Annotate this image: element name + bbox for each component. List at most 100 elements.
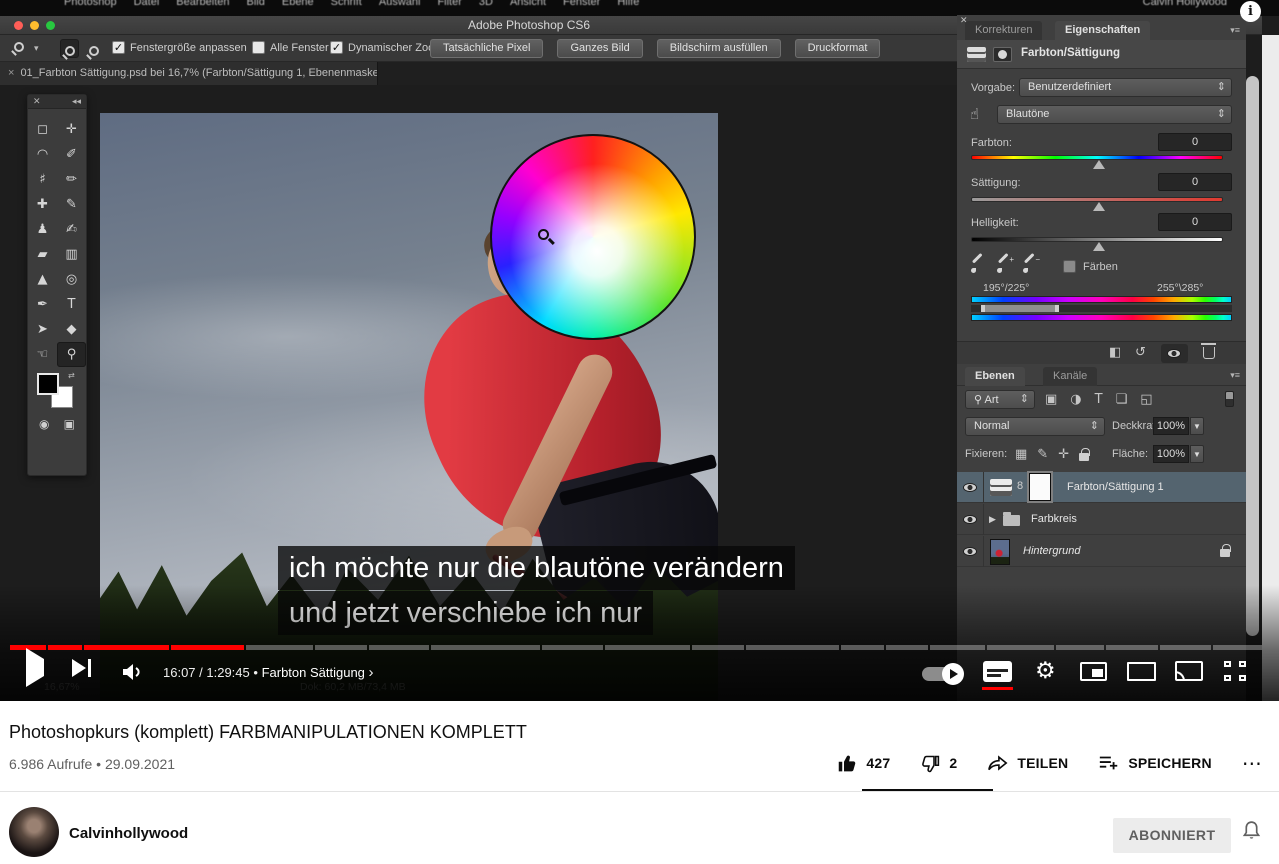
blend-mode-select[interactable]: Normal⇕ bbox=[965, 417, 1105, 436]
miniplayer-icon[interactable] bbox=[1080, 662, 1107, 681]
visibility-toggle[interactable] bbox=[1161, 344, 1188, 363]
video-info-icon[interactable]: i bbox=[1240, 1, 1261, 22]
close-tab-icon[interactable]: × bbox=[8, 67, 14, 79]
toolbar-mode-icon[interactable]: ▣ bbox=[64, 417, 75, 431]
chapter-segment[interactable] bbox=[886, 645, 928, 650]
chapter-title[interactable]: Farbton Sättigung bbox=[262, 665, 365, 680]
tool-button[interactable]: ✚ bbox=[28, 192, 57, 217]
tab-eigenschaften[interactable]: Eigenschaften bbox=[1055, 21, 1150, 40]
fill-value[interactable]: 100% bbox=[1153, 445, 1189, 463]
tool-button[interactable]: ▥ bbox=[57, 242, 86, 267]
subscribed-button[interactable]: ABONNIERT bbox=[1113, 818, 1231, 853]
layer-row-adjustment[interactable]: 8 Farbton/Sättigung 1 bbox=[957, 472, 1246, 503]
hue-range-slider[interactable] bbox=[971, 305, 1232, 312]
hue-range-handle[interactable] bbox=[981, 305, 1059, 312]
opacity-caret-icon[interactable]: ▼ bbox=[1190, 417, 1204, 435]
settings-gear-icon[interactable]: ⚙ bbox=[1035, 658, 1056, 684]
eyedropper-add-icon[interactable]: + bbox=[997, 259, 1013, 275]
lock-option-icon[interactable]: ✎ bbox=[1037, 447, 1048, 462]
tool-button[interactable]: ▰ bbox=[28, 242, 57, 267]
expand-group-icon[interactable]: ▶ bbox=[989, 514, 996, 525]
lock-option-icon[interactable]: ▦ bbox=[1015, 447, 1027, 462]
preset-select[interactable]: Benutzerdefiniert⇕ bbox=[1019, 78, 1232, 97]
checkbox-all-windows[interactable]: Alle Fenster bbox=[252, 41, 329, 54]
tool-button[interactable]: ◻ bbox=[28, 117, 57, 142]
checkbox-fit-window[interactable]: ✓ Fenstergröße anpassen bbox=[112, 41, 247, 54]
clip-to-layer-icon[interactable]: ◧ bbox=[1109, 345, 1121, 360]
options-button[interactable]: Ganzes Bild bbox=[557, 39, 642, 58]
autoplay-toggle[interactable] bbox=[922, 667, 962, 681]
progress-bar[interactable] bbox=[0, 645, 1279, 650]
layer-filter-icon[interactable]: ▣ bbox=[1045, 392, 1057, 407]
foreground-color-swatch[interactable] bbox=[37, 373, 59, 395]
tool-button[interactable]: ◠ bbox=[28, 142, 57, 167]
save-button[interactable]: SPEICHERN bbox=[1098, 754, 1211, 772]
cast-icon[interactable] bbox=[1175, 661, 1203, 681]
chapter-segment[interactable] bbox=[1056, 645, 1105, 650]
zoom-out-button[interactable] bbox=[84, 39, 103, 58]
reset-icon[interactable]: ↺ bbox=[1135, 345, 1146, 360]
fill-caret-icon[interactable]: ▼ bbox=[1190, 445, 1204, 463]
tool-button[interactable]: ◆ bbox=[57, 317, 86, 342]
tool-button[interactable]: ✎ bbox=[57, 192, 86, 217]
hue-slider[interactable] bbox=[971, 155, 1223, 160]
layer-row-background[interactable]: Hintergrund bbox=[957, 536, 1246, 567]
like-button[interactable]: 427 bbox=[837, 753, 890, 774]
saturation-slider[interactable] bbox=[971, 197, 1223, 202]
filter-toggle-icon[interactable] bbox=[1225, 391, 1234, 407]
next-button[interactable] bbox=[72, 659, 91, 677]
theater-mode-icon[interactable] bbox=[1127, 662, 1156, 681]
tools-collapse-icon[interactable]: ◂◂ bbox=[72, 95, 81, 108]
filter-type-select[interactable]: ⚲ Art⇕ bbox=[965, 390, 1035, 409]
chapter-segment[interactable] bbox=[930, 645, 985, 650]
adjustment-layer-thumbnail[interactable] bbox=[990, 479, 1012, 496]
chapter-segment[interactable] bbox=[542, 645, 603, 650]
video-player[interactable]: PhotoshopDateiBearbeitenBildEbeneSchrift… bbox=[0, 0, 1279, 701]
menu-item[interactable]: 3D bbox=[479, 0, 493, 8]
chapter-segment[interactable] bbox=[1213, 645, 1262, 650]
document-tab[interactable]: ×01_Farbton Sättigung.psd bei 16,7% (Far… bbox=[0, 62, 378, 85]
menu-item[interactable]: Ansicht bbox=[510, 0, 546, 8]
tools-panel[interactable]: ✕ ◂◂ ◻✛◠✐♯✏✚✎♟✍▰▥▲◎✒T➤◆☜⚲ ⇄ ◉▣ bbox=[27, 94, 87, 476]
layer-thumbnail[interactable] bbox=[990, 539, 1010, 565]
layers-panel-menu-icon[interactable]: ▾≡ bbox=[1230, 370, 1240, 381]
tool-button[interactable]: ➤ bbox=[28, 317, 57, 342]
minimize-window-icon[interactable] bbox=[30, 21, 39, 30]
menu-item[interactable]: Schrift bbox=[331, 0, 362, 8]
chapter-segment[interactable] bbox=[315, 645, 367, 650]
menu-item[interactable]: Fenster bbox=[563, 0, 600, 8]
zoom-in-button[interactable] bbox=[60, 39, 79, 58]
menu-item[interactable]: Filter bbox=[437, 0, 461, 8]
layer-filter-icon[interactable]: ◑ bbox=[1070, 392, 1081, 407]
menu-item[interactable]: Datei bbox=[134, 0, 160, 8]
lightness-slider[interactable] bbox=[971, 237, 1223, 242]
chapter-segment[interactable] bbox=[987, 645, 1054, 650]
volume-icon[interactable] bbox=[120, 660, 146, 689]
close-window-icon[interactable] bbox=[14, 21, 23, 30]
menu-item[interactable]: Photoshop bbox=[64, 0, 117, 8]
tool-button[interactable]: ☜ bbox=[28, 342, 57, 367]
share-button[interactable]: TEILEN bbox=[987, 753, 1068, 773]
tool-button[interactable]: ♟ bbox=[28, 217, 57, 242]
toolbar-mode-icon[interactable]: ◉ bbox=[39, 417, 49, 431]
tab-kanaele[interactable]: Kanäle bbox=[1043, 367, 1097, 386]
subtitles-button[interactable] bbox=[983, 661, 1012, 682]
saturation-slider-thumb[interactable] bbox=[1093, 202, 1105, 211]
lightness-value[interactable]: 0 bbox=[1158, 213, 1232, 231]
tool-button[interactable]: T bbox=[57, 292, 86, 317]
chapter-segment[interactable] bbox=[1106, 645, 1158, 650]
layer-visibility-cell[interactable] bbox=[957, 536, 984, 567]
mask-icon[interactable] bbox=[993, 47, 1012, 62]
chapter-segment[interactable] bbox=[431, 645, 540, 650]
more-actions-button[interactable]: ⋯ bbox=[1242, 751, 1262, 775]
opacity-value[interactable]: 100% bbox=[1153, 417, 1189, 435]
on-image-tool-icon[interactable]: ☝ bbox=[970, 105, 979, 123]
tool-button[interactable]: ✐ bbox=[57, 142, 86, 167]
channel-avatar[interactable] bbox=[9, 807, 59, 857]
hue-slider-thumb[interactable] bbox=[1093, 160, 1105, 169]
tool-button[interactable]: ✍ bbox=[57, 217, 86, 242]
layer-name[interactable]: Farbton/Sättigung 1 bbox=[1067, 481, 1164, 493]
tools-close-icon[interactable]: ✕ bbox=[33, 95, 41, 108]
lock-all-icon[interactable] bbox=[1079, 453, 1089, 461]
tool-button[interactable]: ⚲ bbox=[57, 342, 86, 367]
